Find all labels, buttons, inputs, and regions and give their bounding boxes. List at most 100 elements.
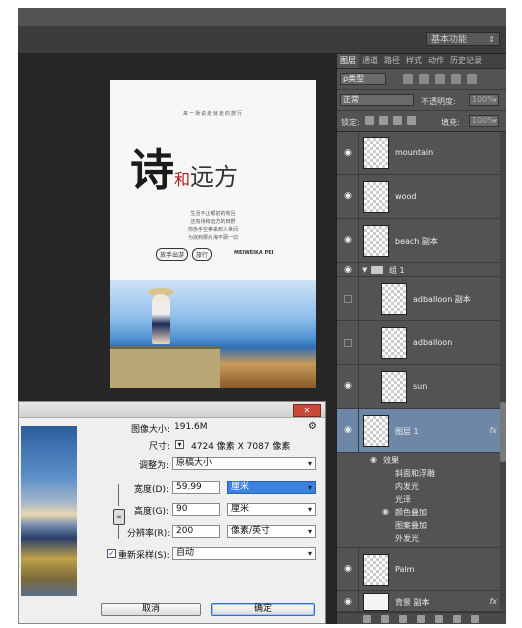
width-input[interactable]: 59.99	[172, 481, 220, 494]
tab-layers[interactable]: 图层	[337, 54, 359, 68]
tab-channels[interactable]: 通道	[359, 54, 381, 68]
cancel-button[interactable]: 取消	[101, 603, 201, 616]
divider	[358, 591, 359, 611]
lock-label: 锁定:	[341, 118, 360, 127]
group-row[interactable]: ◉ ▼ 组 1	[337, 263, 506, 277]
height-unit-select[interactable]: 厘米 ▾	[227, 503, 316, 516]
chevron-down-icon: ▾	[307, 459, 312, 468]
layer-name: sun	[413, 382, 428, 391]
layer-row[interactable]: ◉ 背景 副本 fx	[337, 591, 506, 612]
poster-badge: 旅行	[192, 248, 213, 261]
fx-icon[interactable]: fx	[489, 597, 497, 606]
lock-row: 锁定: 填充: 100% ▾	[337, 111, 506, 132]
panel-bottom-toolbar	[337, 612, 506, 624]
chevron-down-icon: ▾	[493, 117, 497, 125]
eye-icon[interactable]: ◉	[370, 455, 377, 464]
close-button[interactable]: ✕	[293, 404, 321, 417]
divider	[358, 132, 359, 174]
layer-name: 背景 副本	[395, 598, 430, 607]
hidden-eye-icon[interactable]	[344, 295, 352, 303]
effect-item: 斜面和浮雕	[395, 469, 435, 478]
effect-item: 外发光	[395, 534, 419, 543]
opacity-input[interactable]: 100% ▾	[469, 94, 499, 106]
lock-pixels-icon[interactable]	[365, 116, 374, 125]
adjustment-filter-icon[interactable]	[419, 74, 429, 84]
image-size-dialog: ✕ ⚙ 图像大小: 191.6M 尺寸: ▾ 4724 像素 X 7087 像素…	[18, 401, 326, 624]
layer-row[interactable]: ◉ beach 副本	[337, 219, 506, 263]
layers-scrollbar[interactable]	[500, 132, 506, 612]
eye-icon[interactable]: ◉	[342, 191, 354, 201]
fill-input[interactable]: 100% ▾	[469, 115, 499, 127]
tab-styles[interactable]: 样式	[403, 54, 425, 68]
adjustment-icon[interactable]	[417, 615, 425, 623]
shape-filter-icon[interactable]	[451, 74, 461, 84]
layer-thumbnail	[363, 137, 389, 169]
fx-icon[interactable]	[381, 615, 389, 623]
layer-row[interactable]: ◉ sun	[337, 365, 506, 409]
layer-row[interactable]: ◉ Palm	[337, 547, 506, 591]
resample-select[interactable]: 自动 ▾	[172, 547, 316, 560]
image-filter-icon[interactable]	[403, 74, 413, 84]
chevron-down-icon[interactable]: ▼	[362, 266, 367, 274]
tab-actions[interactable]: 动作	[425, 54, 447, 68]
resolution-label: 分辨率(R):	[127, 529, 171, 539]
resample-value: 自动	[176, 548, 195, 558]
layer-row[interactable]: adballoon 副本	[337, 277, 506, 321]
tab-paths[interactable]: 路径	[381, 54, 403, 68]
eye-icon[interactable]: ◉	[342, 148, 354, 158]
eye-icon[interactable]: ◉	[342, 381, 354, 391]
eye-icon[interactable]: ◉	[342, 425, 354, 435]
image-size-label: 图像大小:	[131, 425, 171, 435]
eye-icon[interactable]: ◉	[382, 507, 389, 516]
hidden-eye-icon[interactable]	[344, 339, 352, 347]
layer-row[interactable]: ◉ wood	[337, 175, 506, 219]
divider	[358, 548, 359, 590]
eye-icon[interactable]: ◉	[342, 265, 354, 275]
layer-row[interactable]: adballoon	[337, 321, 506, 365]
height-input[interactable]: 90	[172, 503, 220, 516]
lock-position-icon[interactable]	[393, 116, 402, 125]
tab-history[interactable]: 历史记录	[447, 54, 485, 68]
layer-row[interactable]: ◉ mountain	[337, 132, 506, 175]
kind-filter-select[interactable]: ρ类型	[340, 73, 386, 85]
gear-icon[interactable]: ⚙	[308, 421, 317, 432]
resolution-input[interactable]: 200	[172, 525, 220, 538]
poster-document: 来一场说走就走的旅行 诗和远方 生活不止眼前的苟且 还有诗和远方的田野 你赤手空…	[110, 80, 316, 388]
blend-mode-select[interactable]: 正常	[340, 94, 414, 106]
resolution-unit-select[interactable]: 像素/英寸 ▾	[227, 525, 316, 538]
layer-thumbnail	[381, 327, 407, 359]
layer-row-selected[interactable]: ◉ 图层 1 fx	[337, 409, 506, 453]
workspace-select[interactable]: 基本功能 ⇕	[426, 32, 500, 46]
lock-paint-icon[interactable]	[379, 116, 388, 125]
width-unit-select[interactable]: 厘米 ▾	[227, 481, 316, 494]
link-icon[interactable]: ∞	[113, 509, 125, 525]
divider	[358, 219, 359, 262]
ok-button[interactable]: 确定	[211, 603, 315, 616]
resample-checkbox[interactable]: ✓	[107, 549, 116, 558]
scrollbar-thumb[interactable]	[500, 402, 506, 462]
fit-to-value: 原稿大小	[176, 458, 213, 468]
eye-icon[interactable]: ◉	[342, 597, 354, 607]
type-filter-icon[interactable]	[435, 74, 445, 84]
mask-icon[interactable]	[399, 615, 407, 623]
eye-icon[interactable]: ◉	[342, 564, 354, 574]
lock-all-icon[interactable]	[407, 116, 416, 125]
fx-icon[interactable]: fx	[489, 426, 497, 435]
height-label: 高度(G):	[134, 507, 170, 517]
link-layers-icon[interactable]	[363, 615, 371, 623]
chevron-down-icon: ⇕	[488, 35, 495, 44]
fit-to-select[interactable]: 原稿大小 ▾	[172, 457, 316, 470]
eye-icon[interactable]: ◉	[342, 235, 354, 245]
smart-object-filter-icon[interactable]	[467, 74, 477, 84]
layers-list: ◉ mountain ◉ wood ◉ beach 副本 ◉ ▼ 组 1 adb…	[337, 132, 506, 612]
folder-icon[interactable]	[435, 615, 443, 623]
poster-line: 你赤手空拳来到人世间	[187, 227, 238, 233]
trash-icon[interactable]	[471, 615, 479, 623]
dimensions-dropdown[interactable]: ▾	[175, 440, 184, 449]
divider	[358, 263, 359, 276]
height-unit: 厘米	[231, 504, 250, 514]
layer-thumbnail	[363, 225, 389, 257]
new-layer-icon[interactable]	[453, 615, 461, 623]
layer-thumbnail	[363, 181, 389, 213]
chevron-down-icon: ▾	[307, 549, 312, 558]
